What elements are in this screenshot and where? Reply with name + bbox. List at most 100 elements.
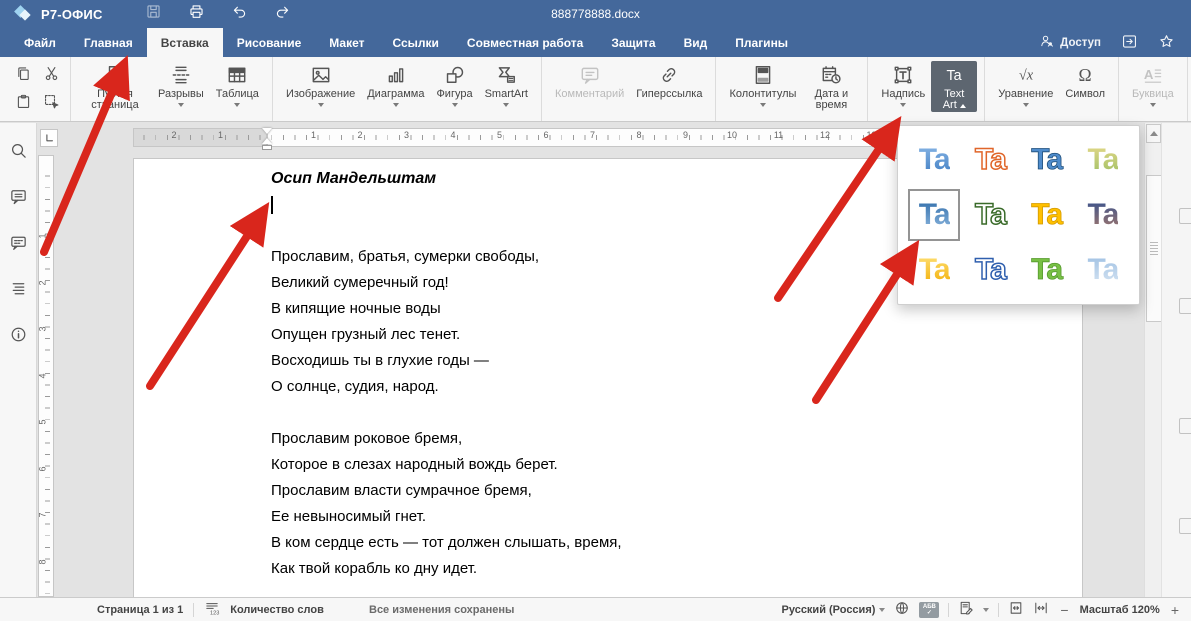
tab-references[interactable]: Ссылки: [378, 28, 452, 57]
panel-icon-sliver[interactable]: [1179, 518, 1191, 534]
ruler-number: 10: [727, 130, 737, 140]
track-changes-button[interactable]: [958, 600, 974, 619]
tab-plugins[interactable]: Плагины: [721, 28, 802, 57]
tab-collaboration[interactable]: Совместная работа: [453, 28, 597, 57]
symbol-button[interactable]: ΩСимвол: [1059, 61, 1111, 101]
textart-sample: Ta: [919, 198, 950, 232]
button-label: Комментарий: [555, 89, 624, 100]
table-button[interactable]: Таблица: [210, 61, 265, 108]
toolbar-group-clipboard: [4, 57, 71, 121]
textart-style-option-7[interactable]: Ta: [1021, 189, 1073, 241]
textart-style-option-6[interactable]: Ta: [964, 189, 1016, 241]
print-button[interactable]: [188, 3, 205, 25]
shape-button[interactable]: Фигура: [430, 61, 478, 108]
tab-view[interactable]: Вид: [670, 28, 722, 57]
button-label: Фигура: [436, 89, 472, 100]
open-file-location-button[interactable]: [1121, 33, 1138, 53]
textart-style-option-1[interactable]: Ta: [908, 134, 960, 186]
fit-width-button[interactable]: [1033, 600, 1049, 619]
language-selector[interactable]: Русский (Россия): [782, 604, 886, 616]
text-art-button[interactable]: TaText Art: [931, 61, 977, 112]
chat-button[interactable]: [9, 233, 28, 257]
tab-home[interactable]: Главная: [70, 28, 147, 57]
button-label: Буквица: [1132, 89, 1174, 100]
chevron-up-icon: [960, 104, 966, 108]
tab-insert[interactable]: Вставка: [147, 28, 223, 57]
scroll-up-button[interactable]: [1146, 124, 1161, 143]
share-access-button[interactable]: Доступ: [1039, 33, 1101, 52]
date-time-button[interactable]: Дата и время: [802, 61, 860, 112]
chart-icon: [385, 64, 407, 86]
fit-page-icon: [1008, 600, 1024, 616]
zoom-in-button[interactable]: +: [1169, 602, 1181, 618]
smartart-button[interactable]: SmartArt: [479, 61, 534, 108]
tab-stop-selector[interactable]: [40, 129, 58, 147]
textart-style-option-5[interactable]: Ta: [908, 189, 960, 241]
page-indicator[interactable]: Страница 1 из 1: [97, 604, 183, 616]
spellcheck-toggle[interactable]: АБВ✓: [919, 602, 939, 618]
tab-layout[interactable]: Макет: [315, 28, 378, 57]
redo-button[interactable]: [274, 3, 291, 25]
button-label: Пустая страница: [84, 89, 146, 111]
undo-button[interactable]: [231, 3, 248, 25]
vertical-ruler[interactable]: 12345678: [38, 155, 56, 597]
copy-button[interactable]: [13, 63, 34, 89]
panel-icon-sliver[interactable]: [1179, 208, 1191, 224]
hyperlink-button[interactable]: Гиперссылка: [630, 61, 708, 101]
select-all-button[interactable]: [41, 91, 62, 117]
search-icon: [9, 141, 28, 160]
search-button[interactable]: [9, 141, 28, 165]
headers-footers-button[interactable]: Колонтитулы: [723, 61, 802, 108]
button-label: Диаграмма: [367, 89, 424, 100]
ruler-number: 2: [38, 280, 48, 285]
breaks-button[interactable]: Разрывы: [152, 61, 210, 108]
textart-sample: Ta: [1031, 253, 1062, 287]
vertical-scrollbar[interactable]: [1144, 123, 1162, 597]
blank-line: [271, 400, 1042, 426]
ruler-number: 8: [636, 130, 641, 140]
navigation-button[interactable]: [9, 279, 28, 303]
about-button[interactable]: [9, 325, 28, 349]
favorite-star-button[interactable]: [1158, 33, 1175, 53]
svg-text:Ω: Ω: [1079, 65, 1092, 85]
cut-button[interactable]: [41, 63, 62, 89]
textart-style-option-12[interactable]: Ta: [1077, 244, 1129, 296]
textart-style-option-11[interactable]: Ta: [1021, 244, 1073, 296]
zoom-out-button[interactable]: −: [1058, 602, 1070, 618]
chevron-down-icon: [900, 103, 906, 107]
textart-style-option-3[interactable]: Ta: [1021, 134, 1073, 186]
tab-l-icon: [43, 132, 56, 145]
word-count-icon[interactable]: 123: [204, 600, 220, 619]
chart-button[interactable]: Диаграмма: [361, 61, 430, 108]
paste-button[interactable]: [13, 91, 34, 117]
textart-style-option-2[interactable]: Ta: [964, 134, 1016, 186]
comments-button[interactable]: [9, 187, 28, 211]
equation-button[interactable]: √xУравнение: [992, 61, 1059, 108]
document-language-button[interactable]: [894, 600, 910, 619]
text-box-button[interactable]: Надпись: [875, 61, 931, 108]
textart-sample: Ta: [1087, 143, 1118, 177]
ruler-number: 4: [450, 130, 455, 140]
copy-icon: [15, 65, 32, 82]
chevron-down-icon: [178, 103, 184, 107]
tab-file[interactable]: Файл: [10, 28, 70, 57]
button-label: Дата и время: [808, 89, 854, 111]
poem-line: Как твой корабль ко дну идет.: [271, 556, 1042, 582]
textart-style-option-8[interactable]: Ta: [1077, 189, 1129, 241]
panel-icon-sliver[interactable]: [1179, 418, 1191, 434]
page-break-icon: [170, 64, 192, 86]
textart-style-option-4[interactable]: Ta: [1077, 134, 1129, 186]
button-label: Гиперссылка: [636, 89, 702, 100]
scrollbar-thumb[interactable]: [1146, 175, 1162, 322]
panel-icon-sliver[interactable]: [1179, 298, 1191, 314]
textart-style-option-10[interactable]: Ta: [964, 244, 1016, 296]
word-count-label[interactable]: Количество слов: [230, 604, 324, 616]
fit-page-button[interactable]: [1008, 600, 1024, 619]
textart-style-option-9[interactable]: Ta: [908, 244, 960, 296]
tab-draw[interactable]: Рисование: [223, 28, 316, 57]
tab-protection[interactable]: Защита: [597, 28, 669, 57]
blank-page-button[interactable]: Пустая страница: [78, 61, 152, 112]
save-button[interactable]: [145, 3, 162, 25]
image-button[interactable]: Изображение: [280, 61, 361, 108]
ruler-number: 12: [820, 130, 830, 140]
